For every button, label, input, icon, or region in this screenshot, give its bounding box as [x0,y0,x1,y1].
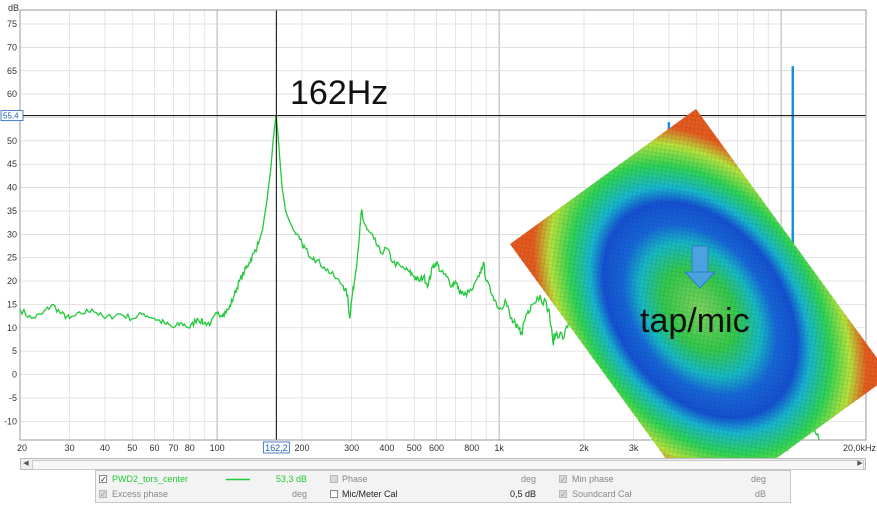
peak-annotation: 162Hz [290,74,388,112]
cursor-y-value: 55,4 [3,112,19,121]
y-tick-label: 40 [7,183,17,193]
phase-label: Phase [342,474,368,484]
x-tick-label: 60 [150,443,160,453]
x-tick-label: 100 [210,443,225,453]
scroll-left-icon[interactable]: ◀ [21,459,31,469]
soundcard-cal-unit: dB [754,489,766,499]
x-tick-label: 300 [344,443,359,453]
y-tick-label: 15 [7,299,17,309]
x-tick-label: 3k [629,443,639,453]
x-tick-label: 600 [429,443,444,453]
y-tick-label: 75 [7,19,17,29]
series-name: PWD2_tors_center [112,474,189,484]
y-tick-label: 10 [7,323,17,333]
x-tick-label: 30 [65,443,75,453]
y-tick-label: 25 [7,253,17,263]
spl-chart: -10-5051015202530354045505560657075 2030… [0,3,877,470]
soundcard-cal-label: Soundcard Cal [572,489,632,499]
y-tick-label: 35 [7,206,17,216]
phase-unit: deg [520,474,536,484]
y-axis-ticks: -10-5051015202530354045505560657075 [4,19,17,426]
x-tick-label: 80 [185,443,195,453]
horizontal-scrollbar[interactable]: ◀ ▶ [20,458,866,470]
x-tick-label: 1k [494,443,504,453]
y-tick-label: 65 [7,66,17,76]
x-tick-label: 70 [168,443,178,453]
cursor-x-value: 162,2 [265,443,288,453]
y-tick-label: -5 [9,393,17,403]
y-tick-label: 0 [12,370,17,380]
x-tick-label: 200 [294,443,309,453]
mic-cal-value: 0,5 dB [509,489,536,499]
soundcard-cal-checkbox[interactable]: ✓ [559,490,567,499]
x-tick-label: 50 [127,443,137,453]
x-tick-label: 800 [464,443,479,453]
series-value: 53,3 dB [275,474,307,484]
mode-shape-inset: tap/mic [509,108,877,470]
y-tick-label: 5 [12,346,17,356]
scrollbar-thumb[interactable] [32,460,864,470]
y-tick-label: -10 [4,416,17,426]
x-tick-label: 2k [579,443,589,453]
mic-cal-checkbox[interactable] [330,490,338,498]
y-tick-label: 50 [7,136,17,146]
x-tick-label: 40 [100,443,110,453]
mic-cal-label: Mic/Meter Cal [342,489,398,499]
cursor-x-readout: 162,2 [262,441,290,454]
excess-phase-unit: deg [291,489,307,499]
y-tick-label: 70 [7,42,17,52]
min-phase-checkbox[interactable]: ✓ [559,475,567,484]
phase-checkbox[interactable] [330,475,338,483]
inset-label: tap/mic [640,302,750,340]
y-axis-label: dB [8,3,19,13]
y-tick-label: 30 [7,229,17,239]
cursor-y-readout: 55,4 [0,110,24,122]
series-line-swatch [226,478,250,481]
scroll-right-icon[interactable]: ▶ [855,459,865,469]
series-checkbox[interactable]: ✓ [99,475,107,484]
min-phase-label: Min phase [572,474,614,484]
excess-phase-checkbox[interactable]: ✓ [99,490,107,499]
y-tick-label: 45 [7,159,17,169]
y-tick-label: 20 [7,276,17,286]
x-tick-label: 20 [17,443,27,453]
excess-phase-label: Excess phase [112,489,169,499]
x-tick-label: 500 [407,443,422,453]
legend-panel: ✓ PWD2_tors_center 53,3 dB Phase deg ✓ M… [95,470,791,503]
min-phase-unit: deg [750,474,766,484]
x-tick-label: 400 [379,443,394,453]
x-tick-label: 20,0kHz [843,443,877,453]
y-tick-label: 60 [7,89,17,99]
